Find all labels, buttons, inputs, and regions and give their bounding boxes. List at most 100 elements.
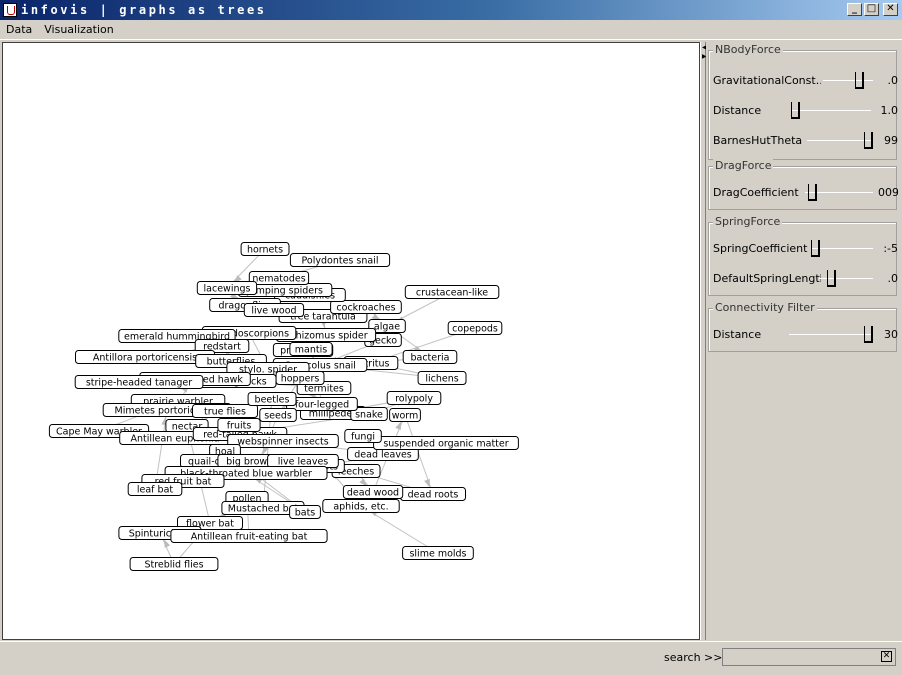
graph-node[interactable]: live wood bbox=[243, 303, 305, 317]
node-label: nematodes bbox=[252, 273, 305, 284]
force-group-title: SpringForce bbox=[713, 215, 783, 228]
force-group: NBodyForce GravitationalConst... .0 Distanc… bbox=[708, 43, 899, 160]
parameter-value: 1.0 bbox=[880, 104, 899, 117]
graph-node[interactable]: dead roots bbox=[400, 487, 466, 501]
force-parameter-row: BarnesHutTheta 99 bbox=[713, 131, 898, 151]
search-box[interactable]: ✕ bbox=[722, 648, 896, 666]
parameter-value: .0 bbox=[887, 74, 899, 87]
parameter-slider[interactable] bbox=[811, 239, 873, 259]
graph-node[interactable]: Antillean fruit-eating bat bbox=[170, 529, 328, 543]
node-label: worm bbox=[392, 410, 419, 421]
node-label: four-legged bbox=[295, 399, 349, 410]
slider-thumb[interactable] bbox=[855, 72, 864, 89]
node-label: aphids, etc. bbox=[333, 501, 388, 512]
force-parameter-row: Distance 1.0 bbox=[713, 101, 898, 121]
node-label: Polydontes snail bbox=[302, 255, 379, 266]
parameter-slider[interactable] bbox=[823, 71, 873, 91]
parameter-slider[interactable] bbox=[819, 269, 873, 289]
graph-node[interactable]: seeds bbox=[259, 408, 297, 422]
graph-node[interactable]: four-legged bbox=[286, 397, 358, 411]
graph-node[interactable]: Polydontes snail bbox=[289, 253, 391, 267]
slider-track bbox=[811, 248, 873, 249]
force-parameter-row: DefaultSpringLength .0 bbox=[713, 269, 898, 289]
graph-canvas[interactable]: slime molds aphids, etc. dead roots dead wo… bbox=[2, 42, 700, 640]
graph-node[interactable]: Antillora portoricensis bbox=[75, 350, 216, 364]
slider-thumb[interactable] bbox=[808, 184, 817, 201]
parameter-value: 009 bbox=[878, 186, 898, 199]
graph-node[interactable]: fungi bbox=[344, 429, 382, 443]
node-label: snake bbox=[355, 409, 383, 420]
node-label: Schizomus spider bbox=[284, 330, 367, 341]
graph-node[interactable]: crustacean-like bbox=[404, 285, 500, 299]
title-bar: infovis | graphs as trees _ □ ✕ bbox=[0, 0, 902, 20]
graph-node[interactable]: webspinner insects bbox=[227, 434, 339, 448]
graph-node[interactable]: copepods bbox=[447, 321, 503, 335]
graph-node[interactable]: true flies bbox=[192, 404, 258, 418]
node-label: beetles bbox=[255, 394, 290, 405]
node-label: suspended organic matter bbox=[383, 438, 508, 449]
force-group: SpringForce SpringCoefficient:-5 DefaultSp… bbox=[708, 215, 898, 296]
graph-node[interactable]: stripe-headed tanager bbox=[74, 375, 204, 389]
node-label: Streblid flies bbox=[144, 559, 203, 570]
graph-node[interactable]: cockroaches bbox=[330, 300, 402, 314]
slider-thumb[interactable] bbox=[864, 132, 873, 149]
node-label: live wood bbox=[251, 305, 296, 316]
parameter-label: DefaultSpringLength bbox=[713, 272, 821, 285]
graph-node[interactable]: leaf bat bbox=[127, 482, 183, 496]
menu-data[interactable]: Data bbox=[0, 23, 38, 36]
node-label: lichens bbox=[425, 373, 458, 384]
graph-node[interactable]: lichens bbox=[417, 371, 467, 385]
parameter-slider[interactable] bbox=[805, 183, 873, 203]
minimize-button[interactable]: _ bbox=[847, 3, 862, 16]
node-label: rolypoly bbox=[395, 393, 433, 404]
node-label: true flies bbox=[204, 406, 246, 417]
maximize-button[interactable]: □ bbox=[864, 3, 879, 16]
graph-node[interactable]: nematodes bbox=[248, 271, 310, 285]
node-label: algae bbox=[374, 321, 400, 332]
parameter-slider[interactable] bbox=[789, 325, 873, 345]
parameter-value: 30 bbox=[884, 328, 898, 341]
force-group: DragForce DragCoefficient 009 bbox=[708, 159, 898, 210]
search-input[interactable] bbox=[723, 649, 873, 663]
menu-visualization[interactable]: Visualization bbox=[38, 23, 119, 36]
graph-node[interactable]: hornets bbox=[240, 242, 290, 256]
slider-thumb[interactable] bbox=[791, 102, 800, 119]
node-label: hoppers bbox=[281, 373, 320, 384]
window-controls: _ □ ✕ bbox=[847, 3, 898, 16]
node-label: lacewings bbox=[204, 283, 251, 294]
graph-node[interactable]: aphids, etc. bbox=[322, 499, 400, 513]
parameter-slider[interactable] bbox=[807, 131, 873, 151]
graph-node[interactable]: hoppers bbox=[275, 371, 325, 385]
close-button[interactable]: ✕ bbox=[883, 3, 898, 16]
force-group: Connectivity Filter Distance 30 bbox=[708, 301, 898, 352]
graph-node[interactable]: worm bbox=[389, 408, 421, 422]
graph-node[interactable]: live leaves bbox=[267, 454, 339, 468]
slider-thumb[interactable] bbox=[827, 270, 836, 287]
slider-thumb[interactable] bbox=[864, 326, 873, 343]
graph-node[interactable]: dead wood bbox=[342, 485, 404, 499]
graph-node[interactable]: mantis bbox=[289, 342, 333, 356]
parameter-value: .0 bbox=[887, 272, 899, 285]
force-group-title: DragForce bbox=[713, 159, 774, 172]
clear-search-icon[interactable]: ✕ bbox=[881, 651, 892, 662]
edge-arrowhead bbox=[164, 539, 171, 548]
menu-bar: Data Visualization bbox=[0, 20, 902, 40]
graph-node[interactable]: bats bbox=[289, 505, 321, 519]
parameter-value: :-5 bbox=[883, 242, 898, 255]
node-label: copepods bbox=[452, 323, 498, 334]
node-label: jumping spiders bbox=[246, 285, 323, 296]
graph-node[interactable]: fruits bbox=[217, 418, 261, 432]
slider-thumb[interactable] bbox=[811, 240, 820, 257]
graph-node[interactable]: beetles bbox=[247, 392, 297, 406]
graph-node[interactable]: bacteria bbox=[402, 350, 458, 364]
graph-node[interactable]: lacewings bbox=[196, 281, 258, 295]
graph-node[interactable]: Streblid flies bbox=[129, 557, 219, 571]
parameter-label: GravitationalConst... bbox=[713, 74, 821, 87]
edge-arrowhead bbox=[395, 421, 402, 431]
graph-node[interactable]: rolypoly bbox=[386, 391, 442, 405]
graph-svg[interactable]: slime molds aphids, etc. dead roots dead wo… bbox=[3, 43, 699, 639]
parameter-slider[interactable] bbox=[791, 101, 871, 121]
force-parameter-row: Distance 30 bbox=[713, 325, 898, 345]
graph-node[interactable]: suspended organic matter bbox=[373, 436, 519, 450]
graph-node[interactable]: slime molds bbox=[402, 546, 474, 560]
